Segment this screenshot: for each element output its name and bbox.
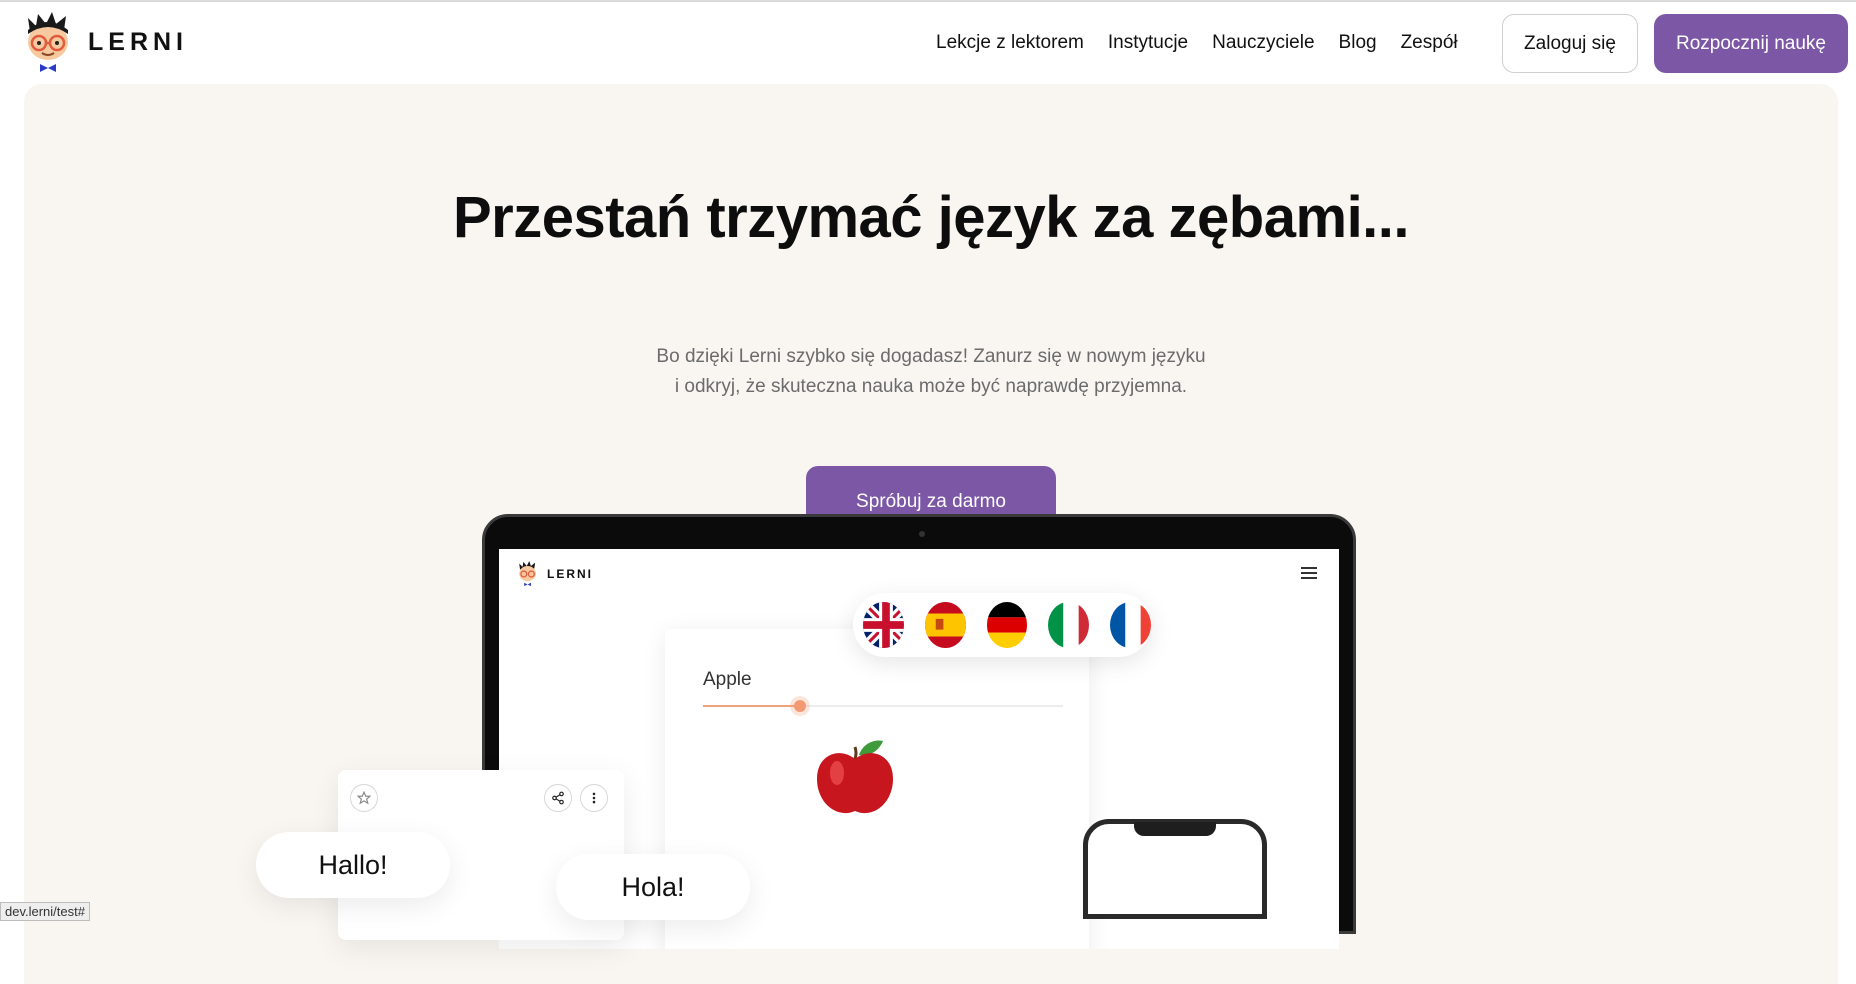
laptop-camera bbox=[919, 531, 925, 537]
audio-progress-fill bbox=[703, 705, 801, 707]
hero-subtitle-line-1: Bo dzięki Lerni szybko się dogadasz! Zan… bbox=[656, 346, 1206, 367]
flashcard-word: Apple bbox=[703, 669, 752, 690]
hero-subtitle: Bo dzięki Lerni szybko się dogadasz! Zan… bbox=[24, 342, 1838, 402]
uk-flag-icon[interactable] bbox=[863, 602, 904, 648]
nav-link-blog[interactable]: Blog bbox=[1339, 32, 1377, 54]
france-flag-icon[interactable] bbox=[1110, 602, 1151, 648]
language-flags bbox=[853, 593, 1151, 657]
nav-link-lessons[interactable]: Lekcje z lektorem bbox=[936, 32, 1084, 54]
mockup-mascot-icon bbox=[519, 561, 536, 587]
brand-logo[interactable]: LERNI bbox=[24, 12, 188, 72]
site-header: LERNI Lekcje z lektorem Instytucje Naucz… bbox=[0, 2, 1856, 84]
status-bar-url: dev.lerni/test# bbox=[0, 902, 90, 921]
mockup-logo-text: LERNI bbox=[547, 567, 593, 581]
italy-flag-icon[interactable] bbox=[1048, 602, 1090, 648]
star-icon[interactable] bbox=[350, 784, 378, 812]
nav-link-teachers[interactable]: Nauczyciele bbox=[1212, 32, 1314, 54]
greeting-bubble-german: Hallo! bbox=[256, 832, 450, 898]
mascot-icon bbox=[24, 12, 74, 72]
audio-progress-track[interactable] bbox=[703, 700, 1063, 712]
audio-progress-knob[interactable] bbox=[794, 700, 807, 712]
hero-title: Przestań trzymać język za zębami... bbox=[452, 185, 1410, 250]
apple-illustration bbox=[811, 737, 901, 822]
nav-link-team[interactable]: Zespół bbox=[1401, 32, 1458, 54]
spain-flag-icon[interactable] bbox=[924, 602, 966, 648]
germany-flag-icon[interactable] bbox=[986, 602, 1028, 648]
phone-mockup bbox=[1083, 819, 1267, 919]
greeting-bubble-spanish: Hola! bbox=[556, 854, 750, 920]
mockup-logo: LERNI bbox=[517, 561, 593, 587]
phone-notch bbox=[1134, 822, 1216, 836]
login-button[interactable]: Zaloguj się bbox=[1502, 14, 1638, 73]
nav-link-institutions[interactable]: Instytucje bbox=[1108, 32, 1188, 54]
more-vertical-icon[interactable] bbox=[580, 784, 608, 812]
brand-name: LERNI bbox=[88, 27, 188, 56]
share-icon[interactable] bbox=[544, 784, 572, 812]
hamburger-menu-icon[interactable] bbox=[1301, 567, 1317, 579]
main-nav: Lekcje z lektorem Instytucje Nauczyciele… bbox=[936, 32, 1482, 54]
start-learning-button[interactable]: Rozpocznij naukę bbox=[1654, 14, 1848, 73]
hero-subtitle-line-2: i odkryj, że skuteczna nauka może być na… bbox=[674, 376, 1188, 397]
